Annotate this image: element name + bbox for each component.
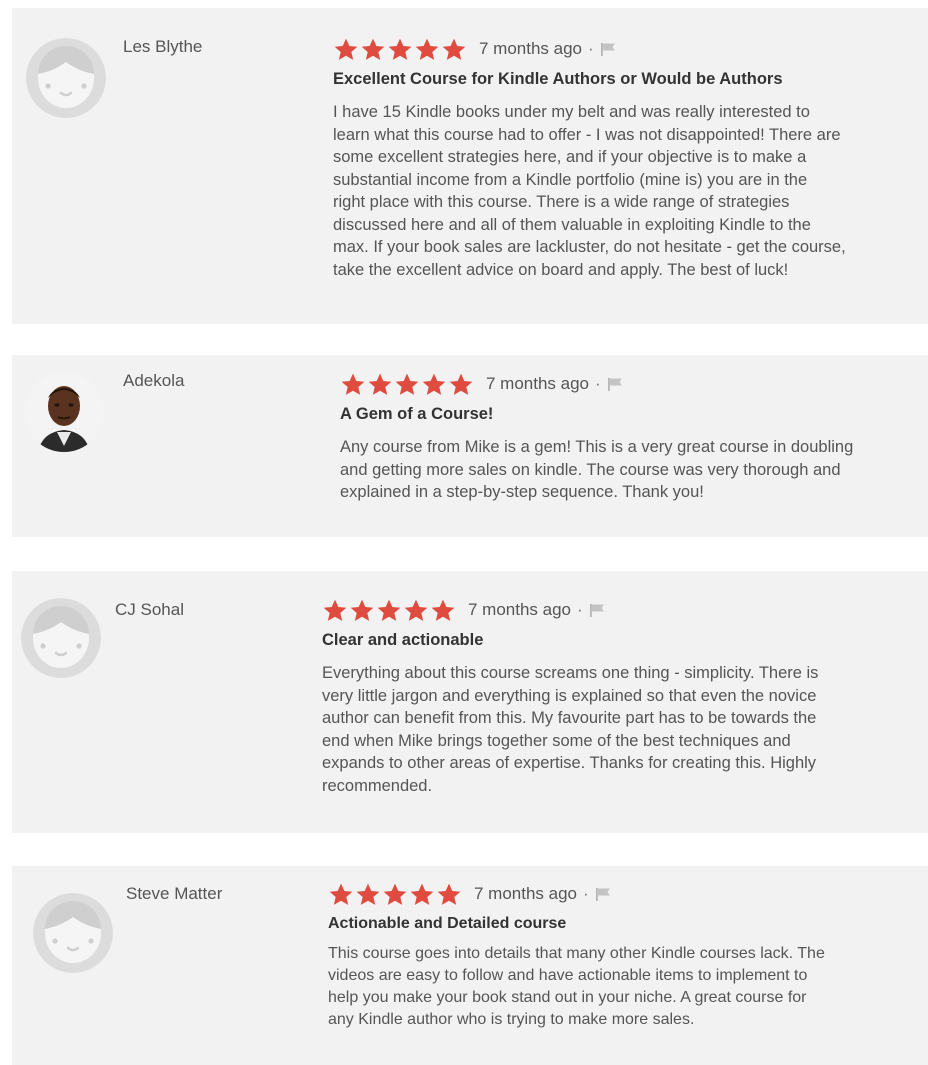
review-content: 7 months ago · A Gem of a Course! Any co…	[340, 369, 928, 504]
default-avatar-icon	[33, 893, 113, 973]
review-meta: 7 months ago ·	[322, 595, 928, 625]
review-card: Steve Matter 7 months ago · Actionable a…	[12, 866, 928, 1065]
star-icon	[329, 883, 353, 905]
user-photo-avatar	[24, 372, 104, 452]
review-meta: 7 months ago ·	[333, 34, 928, 64]
star-rating	[333, 37, 467, 62]
reviewer-name[interactable]: Les Blythe	[123, 37, 202, 57]
star-icon	[356, 883, 380, 905]
reviewer-name[interactable]: Adekola	[123, 371, 184, 391]
review-title: Actionable and Detailed course	[328, 915, 567, 932]
star-icon	[341, 373, 365, 395]
review-date: 7 months ago	[474, 884, 578, 903]
review-meta: 7 months ago ·	[328, 879, 928, 909]
report-flag-icon[interactable]	[600, 42, 616, 56]
meta-separator: ·	[588, 39, 594, 58]
star-rating	[328, 882, 462, 907]
reviewer-name[interactable]: CJ Sohal	[115, 600, 184, 620]
star-icon	[404, 599, 428, 621]
review-meta: 7 months ago ·	[340, 369, 928, 399]
review-title: Excellent Course for Kindle Authors or W…	[333, 70, 783, 88]
star-icon	[442, 38, 466, 60]
review-body: This course goes into details that many …	[328, 945, 825, 1028]
star-icon	[377, 599, 401, 621]
review-body: Any course from Mike is a gem! This is a…	[340, 438, 854, 501]
reviewer-name[interactable]: Steve Matter	[126, 884, 222, 904]
review-content: 7 months ago · Clear and actionable Ever…	[322, 595, 928, 797]
star-icon	[431, 599, 455, 621]
meta-separator: ·	[577, 600, 583, 619]
review-date: 7 months ago	[468, 600, 572, 619]
review-date: 7 months ago	[479, 39, 583, 58]
star-icon	[388, 38, 412, 60]
star-icon	[334, 38, 358, 60]
star-icon	[368, 373, 392, 395]
review-body: Everything about this course screams one…	[322, 664, 819, 795]
star-rating	[340, 372, 474, 397]
review-body: I have 15 Kindle books under my belt and…	[333, 103, 846, 279]
star-icon	[410, 883, 434, 905]
review-content: 7 months ago · Actionable and Detailed c…	[328, 879, 928, 1031]
meta-separator: ·	[583, 884, 589, 903]
meta-separator: ·	[595, 374, 601, 393]
report-flag-icon[interactable]	[595, 887, 611, 901]
star-icon	[350, 599, 374, 621]
star-rating	[322, 598, 456, 623]
review-content: 7 months ago · Excellent Course for Kind…	[333, 34, 928, 281]
review-card: Adekola 7 months ago · A Gem of a Course…	[12, 355, 928, 537]
star-icon	[395, 373, 419, 395]
star-icon	[422, 373, 446, 395]
default-avatar-icon	[21, 598, 101, 678]
star-icon	[415, 38, 439, 60]
default-avatar-icon	[26, 38, 106, 118]
review-card: Les Blythe 7 months ago · Excellent Cour…	[12, 8, 928, 324]
review-card: CJ Sohal 7 months ago · Clear and action…	[12, 571, 928, 833]
star-icon	[437, 883, 461, 905]
star-icon	[383, 883, 407, 905]
star-icon	[323, 599, 347, 621]
review-title: Clear and actionable	[322, 631, 484, 649]
report-flag-icon[interactable]	[607, 377, 623, 391]
star-icon	[449, 373, 473, 395]
review-title: A Gem of a Course!	[340, 405, 494, 423]
report-flag-icon[interactable]	[589, 603, 605, 617]
star-icon	[361, 38, 385, 60]
review-date: 7 months ago	[486, 374, 590, 393]
